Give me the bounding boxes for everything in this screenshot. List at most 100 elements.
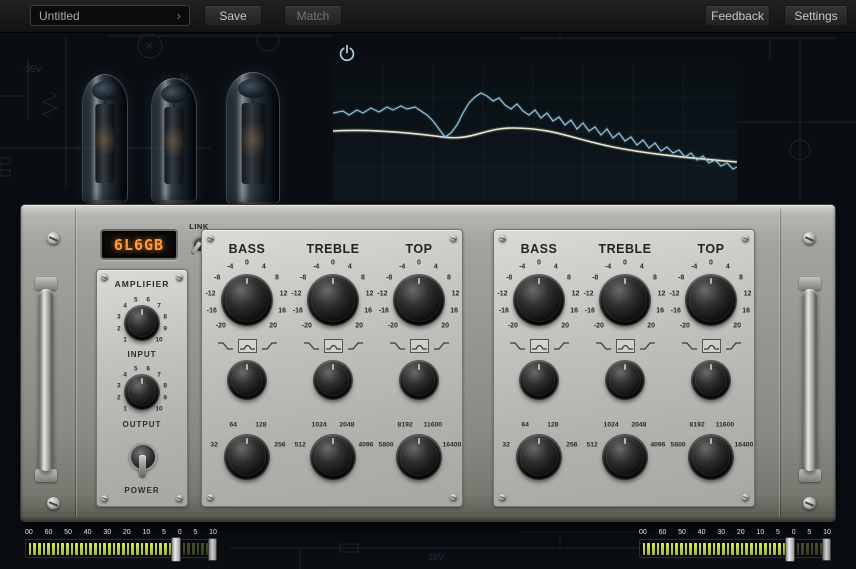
slope-down-icon[interactable]: [303, 340, 320, 352]
band-column-top: TOP -20-16-12-8-4048121620 5800819211600…: [666, 230, 756, 506]
schematic-label: K: [147, 41, 153, 51]
gain-knob[interactable]: [222, 275, 272, 325]
gain-knob[interactable]: [600, 275, 650, 325]
schematic-label: -35V: [22, 64, 41, 74]
vacuum-tube-2: [151, 78, 197, 216]
bell-curve-icon[interactable]: [703, 340, 720, 352]
meter-end-handle[interactable]: [822, 538, 831, 561]
band-label: BASS: [202, 242, 292, 256]
screw: [176, 495, 183, 502]
input-knob[interactable]: [125, 306, 159, 340]
band-label: TOP: [374, 242, 464, 256]
screw: [803, 232, 816, 245]
meter-left: 0060504030201050510: [25, 529, 217, 563]
slope-selector: [288, 340, 378, 353]
slope-selector: [666, 340, 756, 353]
gain-knob[interactable]: [308, 275, 358, 325]
frequency-knob[interactable]: [225, 435, 269, 479]
frequency-knob[interactable]: [517, 435, 561, 479]
amplifier-panel: AMPLIFIER 12345678910 INPUT 12345678910 …: [96, 269, 188, 507]
bandwidth-knob[interactable]: [314, 361, 352, 399]
slope-down-icon[interactable]: [217, 340, 234, 352]
band-label: TOP: [666, 242, 756, 256]
meter-end-handle[interactable]: [208, 538, 217, 561]
frequency-knob[interactable]: [397, 435, 441, 479]
gain-knob[interactable]: [514, 275, 564, 325]
frequency-knob[interactable]: [689, 435, 733, 479]
led-meter-track[interactable]: [639, 539, 831, 558]
slope-up-icon[interactable]: [639, 340, 656, 352]
frequency-knob[interactable]: [603, 435, 647, 479]
plugin-window: -35V K 2x 28V: [0, 0, 856, 569]
output-knob[interactable]: [125, 375, 159, 409]
settings-button[interactable]: Settings: [784, 5, 848, 26]
bandwidth-knob[interactable]: [692, 361, 730, 399]
bandwidth-knob[interactable]: [228, 361, 266, 399]
bandwidth-knob[interactable]: [400, 361, 438, 399]
slope-up-icon[interactable]: [725, 340, 742, 352]
feedback-button[interactable]: Feedback: [705, 5, 770, 26]
match-button[interactable]: Match: [284, 5, 342, 26]
bell-curve-icon[interactable]: [531, 340, 548, 352]
slope-selector: [374, 340, 464, 353]
preset-selector[interactable]: Untitled ›: [30, 5, 190, 26]
toolbar: Untitled › Save Match Feedback Settings: [0, 0, 856, 33]
slope-up-icon[interactable]: [553, 340, 570, 352]
slope-up-icon[interactable]: [261, 340, 278, 352]
bell-curve-icon[interactable]: [617, 340, 634, 352]
meter-fader-thumb[interactable]: [785, 537, 795, 562]
meter-right: 0060504030201050510: [639, 529, 831, 563]
band-label: TREBLE: [580, 242, 670, 256]
rack-handle-right: [803, 289, 817, 471]
spectrum-display: [333, 63, 737, 201]
chevron-right-icon: ›: [177, 9, 181, 22]
power-toggle[interactable]: [126, 440, 158, 478]
band-label: TREBLE: [288, 242, 378, 256]
band-column-bass: BASS -20-16-12-8-4048121620 3264128256: [494, 230, 584, 506]
meter-scale: 0060504030201050510: [25, 529, 217, 537]
bell-curve-icon[interactable]: [411, 340, 428, 352]
tube-type-display[interactable]: 6L6GB: [100, 229, 178, 260]
rack-handle-left: [39, 289, 53, 471]
band-column-treble: TREBLE -20-16-12-8-4048121620 5121024204…: [288, 230, 378, 506]
band-column-top: TOP -20-16-12-8-4048121620 5800819211600…: [374, 230, 464, 506]
band-column-treble: TREBLE -20-16-12-8-4048121620 5121024204…: [580, 230, 670, 506]
slope-down-icon[interactable]: [509, 340, 526, 352]
schematic-label: 28V: [428, 552, 444, 562]
led-meter-track[interactable]: [25, 539, 217, 558]
screw: [47, 232, 60, 245]
slope-down-icon[interactable]: [681, 340, 698, 352]
output-label: OUTPUT: [97, 420, 187, 429]
amplifier-label: AMPLIFIER: [97, 279, 187, 289]
screw: [803, 497, 816, 510]
slope-down-icon[interactable]: [389, 340, 406, 352]
bell-curve-icon[interactable]: [325, 340, 342, 352]
vacuum-tube-3: [226, 72, 280, 218]
band-label: BASS: [494, 242, 584, 256]
channel-panel-left: BASS -20-16-12-8-4048121620 3264128256 T…: [201, 229, 463, 507]
power-label: POWER: [97, 486, 187, 495]
channel-panel-right: BASS -20-16-12-8-4048121620 3264128256 T…: [493, 229, 755, 507]
bandwidth-knob[interactable]: [606, 361, 644, 399]
toggle-lever: [139, 455, 146, 476]
chassis: 6L6GB LINK AMPLIFIER 12345678910 INPUT 1…: [20, 204, 836, 522]
slope-down-icon[interactable]: [595, 340, 612, 352]
bell-curve-icon[interactable]: [239, 340, 256, 352]
slope-selector: [494, 340, 584, 353]
bandwidth-knob[interactable]: [520, 361, 558, 399]
slope-up-icon[interactable]: [433, 340, 450, 352]
band-column-bass: BASS -20-16-12-8-4048121620 3264128256: [202, 230, 292, 506]
screw: [101, 495, 108, 502]
slope-selector: [202, 340, 292, 353]
power-button[interactable]: [338, 44, 356, 62]
save-button[interactable]: Save: [204, 5, 262, 26]
gain-knob[interactable]: [394, 275, 444, 325]
slope-selector: [580, 340, 670, 353]
vacuum-tube-1: [82, 74, 128, 216]
gain-knob[interactable]: [686, 275, 736, 325]
screw: [47, 497, 60, 510]
slope-up-icon[interactable]: [347, 340, 364, 352]
meter-scale: 0060504030201050510: [639, 529, 831, 537]
frequency-knob[interactable]: [311, 435, 355, 479]
meter-fader-thumb[interactable]: [171, 537, 181, 562]
